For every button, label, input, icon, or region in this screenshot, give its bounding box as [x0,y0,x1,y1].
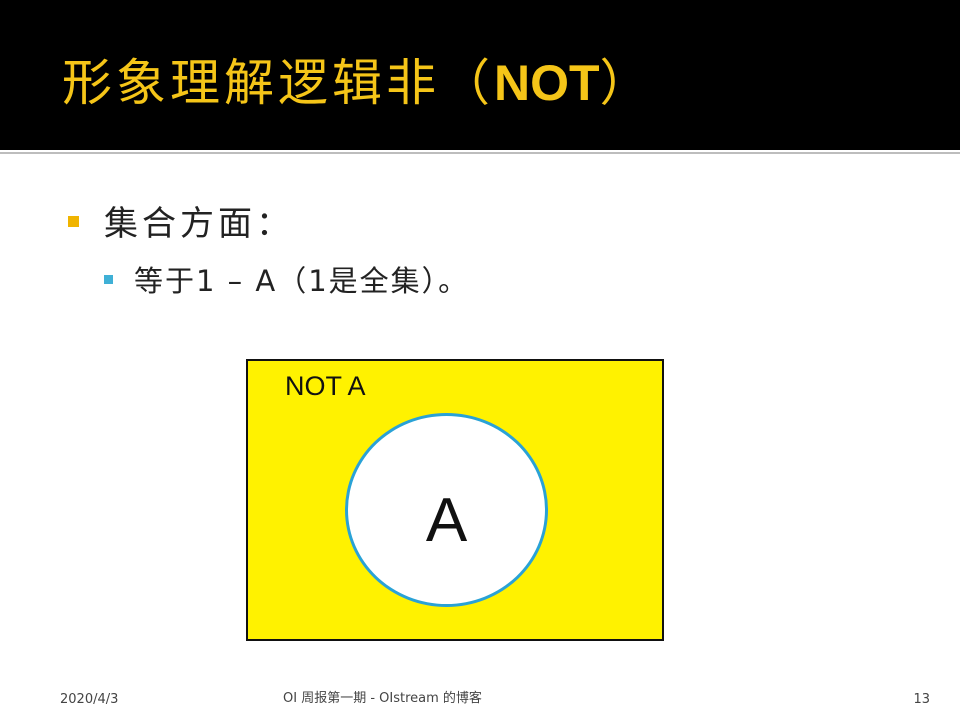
bullet-square-icon [68,216,79,227]
slide-title-latin: NOT [494,55,600,111]
bullet-text-level-2: 等于1 – A（1是全集）。 [134,264,470,298]
sub-bullet-square-icon [104,275,113,284]
slide-title-cn: 形象理解逻辑非（ [62,54,494,112]
footer-title: OI 周报第一期 - OIstream 的博客 [283,691,482,706]
slide-title-close: ） [599,54,654,112]
footer-date: 2020/4/3 [60,692,119,707]
footer-page-number: 13 [913,692,930,707]
title-divider [0,152,960,154]
bullet-text-level-1: 集合方面： [104,204,294,244]
venn-outer-label: NOT A [285,371,366,401]
venn-inner-label: A [425,486,468,555]
slide-title: 形象理解逻辑非（NOT） [62,48,654,118]
